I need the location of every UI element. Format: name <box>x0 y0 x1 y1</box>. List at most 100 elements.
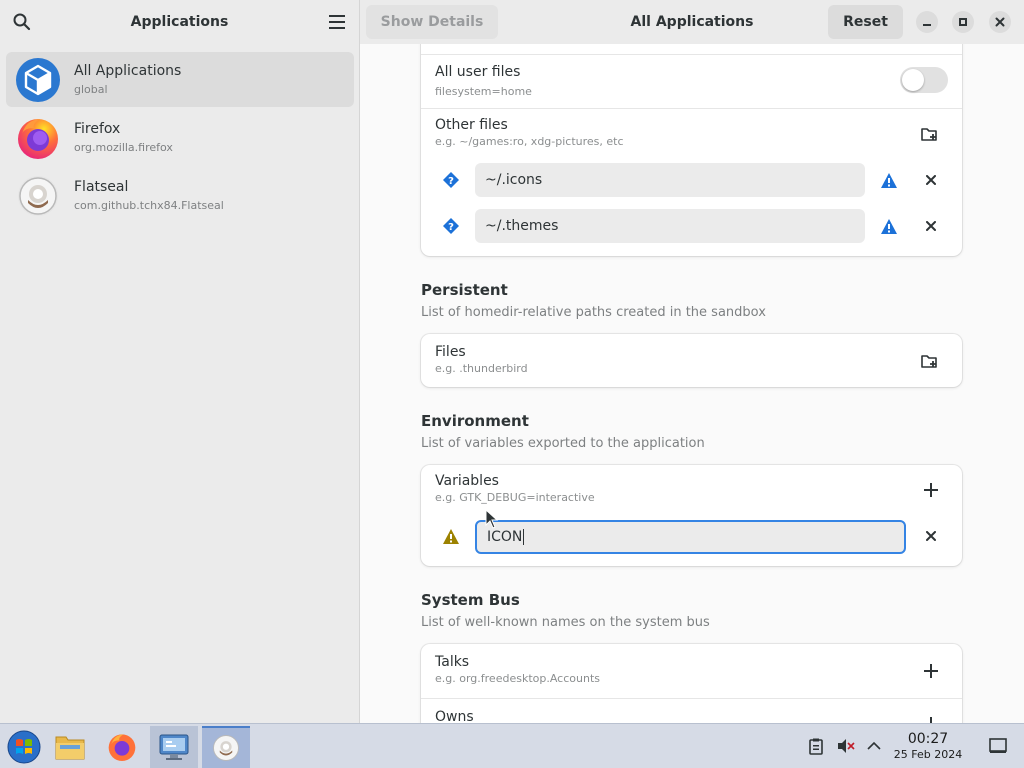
unknown-status-icon: ? <box>441 216 461 236</box>
all-applications-icon <box>16 57 60 102</box>
monitor-settings-icon <box>159 734 189 760</box>
variable-entry[interactable]: ICON <box>475 520 906 554</box>
toggle-knob <box>902 69 924 91</box>
start-menu-button[interactable] <box>0 726 48 768</box>
sidebar-title: Applications <box>130 14 229 30</box>
app-id: org.mozilla.firefox <box>74 141 173 154</box>
firefox-icon <box>18 118 58 159</box>
add-owns-button[interactable] <box>921 714 941 723</box>
close-icon <box>995 17 1005 27</box>
all-user-files-toggle[interactable] <box>900 67 948 93</box>
app-name: All Applications <box>74 63 182 79</box>
plus-icon <box>924 664 938 678</box>
talks-subtitle: e.g. org.freedesktop.Accounts <box>435 672 600 685</box>
other-files-entry[interactable]: ~/.icons <box>475 163 865 197</box>
hamburger-menu-icon <box>329 15 345 29</box>
variables-subtitle: e.g. GTK_DEBUG=interactive <box>435 491 595 504</box>
add-variable-button[interactable] <box>921 480 941 500</box>
app-row-firefox[interactable]: Firefox org.mozilla.firefox <box>6 110 354 165</box>
clock-time: 00:27 <box>907 731 949 747</box>
other-files-subtitle: e.g. ~/games:ro, xdg-pictures, etc <box>435 135 624 148</box>
persistent-section-description: List of homedir-relative paths created i… <box>421 305 766 320</box>
plus-icon <box>924 717 938 723</box>
remove-variable-button[interactable] <box>921 526 941 546</box>
show-hidden-icons-button[interactable] <box>864 736 884 756</box>
remove-entry-button[interactable] <box>921 216 941 236</box>
environment-section-description: List of variables exported to the applic… <box>421 436 705 451</box>
remove-entry-button[interactable] <box>921 170 941 190</box>
taskbar-system-settings[interactable] <box>150 726 198 768</box>
plus-icon <box>924 483 938 497</box>
taskbar-flatseal[interactable] <box>202 726 250 768</box>
warning-icon <box>879 216 899 236</box>
app-id: com.github.tchx84.Flatseal <box>74 199 224 212</box>
filesystem-card: All user files filesystem=home Other fil… <box>421 44 962 256</box>
clipboard-icon <box>809 738 823 755</box>
sidebar-header: Applications <box>0 0 359 44</box>
app-id: global <box>74 83 108 96</box>
notification-area-icon <box>989 738 1007 753</box>
folder-new-icon <box>921 128 937 141</box>
search-icon <box>13 13 31 31</box>
flatseal-icon <box>18 175 58 216</box>
divider <box>421 108 962 109</box>
svg-text:?: ? <box>448 222 454 233</box>
app-name: Firefox <box>74 121 121 137</box>
variable-entry-text: ICON <box>487 529 523 545</box>
owns-title: Owns <box>435 709 474 723</box>
firefox-icon <box>108 734 136 761</box>
volume-muted-icon <box>838 739 855 753</box>
flatseal-icon <box>213 735 239 761</box>
add-folder-button[interactable] <box>920 124 940 144</box>
persistent-files-subtitle: e.g. .thunderbird <box>435 362 528 375</box>
start-orb-icon <box>7 730 41 764</box>
maximize-icon <box>959 18 967 26</box>
variables-title: Variables <box>435 473 499 489</box>
clipboard-tray-button[interactable] <box>806 736 826 756</box>
warning-icon <box>879 170 899 190</box>
unknown-status-icon: ? <box>441 170 461 190</box>
show-details-button[interactable]: Show Details <box>366 5 498 39</box>
permissions-content[interactable]: All user files filesystem=home Other fil… <box>361 44 1024 723</box>
chevron-up-icon <box>867 741 881 750</box>
add-persistent-folder-button[interactable] <box>920 351 940 371</box>
search-button[interactable] <box>6 6 38 38</box>
app-row-all-applications[interactable]: All Applications global <box>6 52 354 107</box>
divider <box>421 698 962 699</box>
other-files-title: Other files <box>435 117 508 133</box>
taskbar: 00:27 25 Feb 2024 <box>0 723 1024 768</box>
app-row-flatseal[interactable]: Flatseal com.github.tchx84.Flatseal <box>6 168 354 223</box>
talks-title: Talks <box>435 654 470 670</box>
sidebar: Applications All Applications global Fir… <box>0 0 360 723</box>
show-desktop-button[interactable] <box>988 736 1008 756</box>
clock-date: 25 Feb 2024 <box>893 748 963 761</box>
system-bus-card: Talks e.g. org.freedesktop.Accounts Owns <box>421 644 962 723</box>
main-header: Show Details All Applications Reset <box>360 0 1024 44</box>
add-talks-button[interactable] <box>921 661 941 681</box>
clock[interactable]: 00:27 25 Feb 2024 <box>888 731 968 761</box>
folder-new-icon <box>921 355 937 368</box>
minimize-button[interactable] <box>916 11 938 33</box>
other-files-entry[interactable]: ~/.themes <box>475 209 865 243</box>
environment-section-title: Environment <box>421 412 529 430</box>
all-user-files-title: All user files <box>435 64 521 80</box>
svg-text:?: ? <box>448 176 454 187</box>
folder-icon <box>55 736 85 760</box>
environment-card: Variables e.g. GTK_DEBUG=interactive ICO… <box>421 465 962 566</box>
text-caret <box>523 529 525 545</box>
main-menu-button[interactable] <box>321 6 353 38</box>
reset-button[interactable]: Reset <box>828 5 903 39</box>
close-window-button[interactable] <box>989 11 1011 33</box>
close-icon <box>926 221 936 231</box>
taskbar-firefox[interactable] <box>98 726 146 768</box>
minimize-icon <box>923 24 931 26</box>
volume-tray-button[interactable] <box>836 736 856 756</box>
persistent-card: Files e.g. .thunderbird <box>421 334 962 387</box>
all-user-files-subtitle: filesystem=home <box>435 85 532 98</box>
persistent-section-title: Persistent <box>421 281 508 299</box>
persistent-files-title: Files <box>435 344 466 360</box>
taskbar-file-manager[interactable] <box>46 726 94 768</box>
warning-icon <box>441 526 461 546</box>
close-icon <box>926 531 936 541</box>
maximize-button[interactable] <box>952 11 974 33</box>
